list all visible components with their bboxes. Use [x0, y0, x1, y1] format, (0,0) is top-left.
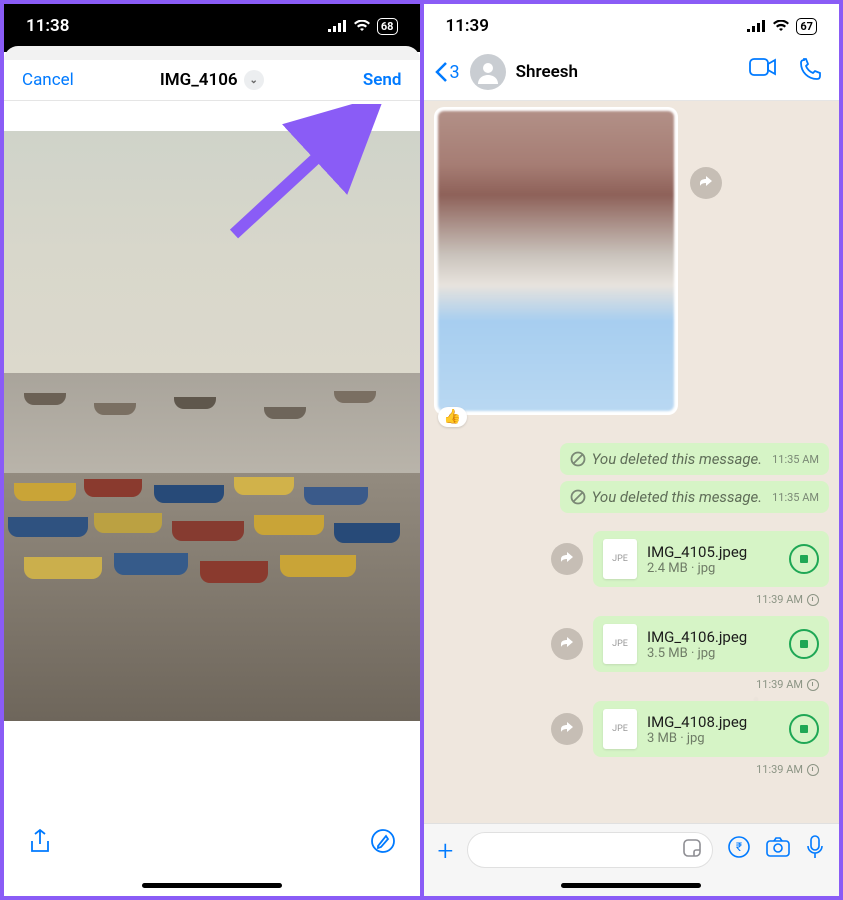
message-status: 11:39 AM	[434, 678, 820, 691]
share-icon[interactable]	[28, 828, 52, 862]
message-time: 11:35 AM	[772, 491, 819, 504]
contact-avatar[interactable]	[470, 54, 506, 90]
send-button[interactable]: Send	[264, 70, 402, 90]
audio-call-button[interactable]	[799, 57, 823, 87]
person-icon	[476, 60, 500, 84]
cancel-upload-button[interactable]	[789, 714, 819, 744]
battery-indicator: 67	[796, 18, 817, 35]
home-indicator[interactable]	[142, 883, 282, 888]
cancel-upload-button[interactable]	[789, 544, 819, 574]
status-time: 11:38	[26, 16, 69, 36]
contact-name[interactable]: Shreesh	[516, 62, 739, 82]
cellular-icon	[327, 20, 347, 32]
chevron-down-icon: ⌄	[244, 70, 264, 90]
message-status: 11:39 AM	[434, 763, 820, 776]
file-type-icon: JPE	[603, 624, 637, 664]
reaction-badge[interactable]: 👍	[438, 407, 467, 427]
file-name: IMG_4106.jpeg	[647, 628, 779, 646]
cancel-button[interactable]: Cancel	[22, 70, 160, 90]
attach-button[interactable]: +	[438, 834, 454, 867]
file-name: IMG_4105.jpeg	[647, 543, 779, 561]
chat-header: 3 Shreesh	[424, 44, 840, 101]
file-name: IMG_4108.jpeg	[647, 713, 779, 731]
outgoing-file-row: JPE IMG_4106.jpeg 3.5 MB · jpg	[434, 616, 830, 672]
file-size: 3.5 MB · jpg	[647, 646, 779, 661]
svg-text:₹: ₹	[736, 840, 742, 854]
incoming-image-message[interactable]: 👍	[434, 107, 678, 415]
message-input[interactable]	[467, 832, 713, 868]
prohibited-icon	[570, 451, 586, 467]
file-size: 3 MB · jpg	[647, 731, 779, 746]
sticker-icon[interactable]	[682, 838, 702, 863]
chevron-left-icon	[434, 61, 448, 83]
back-button[interactable]: 3	[434, 61, 460, 83]
status-indicators: 68	[327, 18, 398, 35]
payments-button[interactable]: ₹	[727, 835, 751, 865]
forward-button[interactable]	[690, 167, 722, 199]
file-size: 2.4 MB · jpg	[647, 561, 779, 576]
mic-button[interactable]	[805, 834, 825, 866]
file-type-icon: JPE	[603, 539, 637, 579]
chat-body[interactable]: 👍 You deleted this message. 11:35 AM You…	[424, 101, 840, 849]
file-type-icon: JPE	[603, 709, 637, 749]
status-indicators: 67	[746, 18, 817, 35]
battery-indicator: 68	[377, 18, 398, 35]
cancel-upload-button[interactable]	[789, 629, 819, 659]
photo-preview[interactable]	[4, 131, 420, 721]
outgoing-file-row: JPE IMG_4108.jpeg 3 MB · jpg	[434, 701, 830, 757]
file-message[interactable]: JPE IMG_4108.jpeg 3 MB · jpg	[593, 701, 829, 757]
deleted-message: You deleted this message. 11:35 AM	[560, 481, 829, 513]
left-screenshot-share-sheet: 11:38 68 Cancel IMG_4106 ⌄ Send	[4, 4, 424, 896]
message-status: 11:39 AM	[434, 593, 820, 606]
wifi-icon	[772, 20, 790, 32]
message-time: 11:35 AM	[772, 453, 819, 466]
wifi-icon	[353, 20, 371, 32]
deleted-message: You deleted this message. 11:35 AM	[560, 443, 829, 475]
status-bar: 11:38 68	[4, 4, 420, 44]
file-message[interactable]: JPE IMG_4106.jpeg 3.5 MB · jpg	[593, 616, 829, 672]
status-bar: 11:39 67	[424, 4, 840, 44]
clock-icon	[807, 594, 819, 606]
video-call-button[interactable]	[749, 57, 777, 87]
share-sheet-header: Cancel IMG_4106 ⌄ Send	[4, 60, 420, 101]
prohibited-icon	[570, 489, 586, 505]
cellular-icon	[746, 20, 766, 32]
home-indicator[interactable]	[561, 883, 701, 888]
status-time: 11:39	[446, 16, 489, 36]
markup-icon[interactable]	[370, 828, 396, 862]
camera-button[interactable]	[765, 836, 791, 864]
right-screenshot-whatsapp-chat: 11:39 67 3 Shreesh 👍	[424, 4, 840, 896]
forward-button[interactable]	[551, 628, 583, 660]
outgoing-file-row: JPE IMG_4105.jpeg 2.4 MB · jpg	[434, 531, 830, 587]
forward-button[interactable]	[551, 543, 583, 575]
clock-icon	[807, 764, 819, 776]
file-message[interactable]: JPE IMG_4105.jpeg 2.4 MB · jpg	[593, 531, 829, 587]
file-title[interactable]: IMG_4106 ⌄	[160, 70, 264, 90]
clock-icon	[807, 679, 819, 691]
unread-count: 3	[450, 62, 460, 83]
forward-button[interactable]	[551, 713, 583, 745]
